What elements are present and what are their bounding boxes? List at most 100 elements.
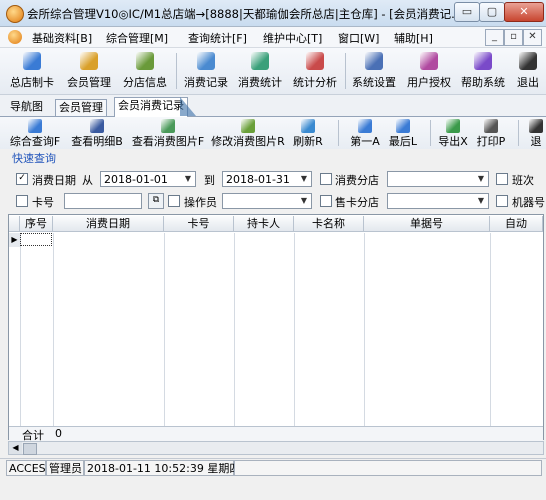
operator-select[interactable]: ▼ — [222, 193, 312, 209]
tab-consumption-records[interactable]: 会员消费记录 — [114, 97, 188, 118]
close-form-button[interactable]: 退 — [528, 118, 544, 148]
user-auth-button[interactable]: 用户授权 — [403, 50, 455, 92]
menu-help[interactable]: 辅助[H] — [394, 30, 433, 46]
analysis-icon — [306, 52, 324, 70]
query-icon — [28, 119, 42, 133]
last-record-button[interactable]: 最后L — [386, 118, 420, 148]
current-cell[interactable] — [20, 233, 52, 246]
view-detail-button[interactable]: 查看明细B — [68, 118, 126, 148]
chevron-down-icon[interactable]: ▼ — [297, 172, 311, 186]
branch-info-button[interactable]: 分店信息 — [118, 50, 172, 92]
menu-general-management[interactable]: 综合管理[M] — [106, 30, 168, 46]
menu-window[interactable]: 窗口[W] — [338, 30, 379, 46]
refresh-label: 刷新R — [293, 135, 323, 148]
toolbar-separator — [430, 120, 431, 146]
card-checkbox[interactable] — [16, 195, 28, 207]
chevron-down-icon[interactable]: ▼ — [474, 194, 488, 208]
grid-line — [234, 233, 235, 440]
system-settings-button[interactable]: 系统设置 — [348, 50, 400, 92]
column-header-auto[interactable]: 自动 — [490, 216, 543, 232]
menu-maintenance[interactable]: 维护中心[T] — [263, 30, 322, 46]
first-record-button[interactable]: 第一A — [346, 118, 384, 148]
close-form-label: 退 — [530, 135, 542, 148]
exit-button[interactable]: 退出 — [512, 50, 544, 92]
menu-basic-data[interactable]: 基础资料[B] — [32, 30, 92, 46]
to-label: 到 — [204, 174, 215, 187]
stats-icon — [251, 52, 269, 70]
export-button[interactable]: 导出X — [436, 118, 470, 148]
column-header-index[interactable]: 序号 — [20, 216, 53, 232]
issue-card-button[interactable]: 总店制卡 — [6, 50, 58, 92]
general-query-button[interactable]: 综合查询F — [8, 118, 62, 148]
print-button[interactable]: 打印P — [474, 118, 508, 148]
scroll-thumb[interactable] — [23, 443, 37, 455]
column-header-card-name[interactable]: 卡名称 — [294, 216, 364, 232]
quick-query-link[interactable]: 快速查询 — [12, 150, 56, 166]
edit-image-button[interactable]: 修改消费图片R — [210, 118, 286, 148]
to-date-picker[interactable]: 2018-01-31 ▼ — [222, 171, 312, 187]
mdi-minimize-button[interactable]: _ — [485, 29, 504, 46]
column-header-date[interactable]: 消费日期 — [53, 216, 164, 232]
mdi-restore-button[interactable]: ▫ — [504, 29, 523, 46]
toolbar-separator — [338, 120, 339, 146]
menu-query-statistics[interactable]: 查询统计[F] — [188, 30, 247, 46]
analysis-button[interactable]: 统计分析 — [288, 50, 342, 92]
shop-select[interactable]: ▼ — [387, 171, 489, 187]
from-label: 从 — [82, 174, 93, 187]
refresh-button[interactable]: 刷新R — [290, 118, 326, 148]
shop-checkbox[interactable] — [320, 173, 332, 185]
machine-label: 机器号 — [512, 196, 545, 209]
consumption-stats-button[interactable]: 消费统计 — [234, 50, 286, 92]
tab-navigation[interactable]: 导航图 — [7, 99, 46, 115]
shift-label: 班次 — [512, 174, 534, 187]
help-system-button[interactable]: 帮助系统 — [457, 50, 509, 92]
member-management-label: 会员管理 — [67, 76, 111, 89]
records-grid[interactable] — [8, 214, 544, 440]
system-settings-label: 系统设置 — [352, 76, 396, 89]
chevron-down-icon[interactable]: ▼ — [297, 194, 311, 208]
window-title: 会所综合管理V10◎IC/M1总店端→[8888|天都瑜伽会所总店|主仓库] -… — [27, 7, 457, 21]
general-query-label: 综合查询F — [9, 135, 61, 148]
from-date-picker[interactable]: 2018-01-01 ▼ — [100, 171, 196, 187]
toolbar-separator — [176, 53, 177, 89]
card-lookup-icon[interactable]: ⧉ — [148, 193, 164, 209]
shop-label: 消费分店 — [335, 174, 379, 187]
last-icon — [396, 119, 410, 133]
member-management-button[interactable]: 会员管理 — [62, 50, 116, 92]
grid-line — [164, 233, 165, 440]
minimize-button[interactable]: ▭ — [454, 2, 480, 22]
print-icon — [484, 119, 498, 133]
first-icon — [358, 119, 372, 133]
menu-app-icon[interactable] — [8, 30, 22, 44]
operator-checkbox[interactable] — [168, 195, 180, 207]
maximize-button[interactable]: ▢ — [479, 2, 505, 22]
card-input[interactable] — [64, 193, 142, 209]
column-header-card-no[interactable]: 卡号 — [164, 216, 234, 232]
view-image-icon — [161, 119, 175, 133]
consumption-records-label: 消费记录 — [184, 76, 228, 89]
shift-checkbox[interactable] — [496, 173, 508, 185]
machine-checkbox[interactable] — [496, 195, 508, 207]
chevron-down-icon[interactable]: ▼ — [181, 172, 195, 186]
sell-shop-checkbox[interactable] — [320, 195, 332, 207]
close-button[interactable]: ✕ — [504, 2, 544, 22]
card-icon — [23, 52, 41, 70]
date-checkbox[interactable]: ✓ — [16, 173, 28, 185]
scroll-left-icon[interactable]: ◀ — [9, 442, 22, 454]
help-system-label: 帮助系统 — [461, 76, 505, 89]
tab-member-management[interactable]: 会员管理 — [55, 99, 107, 116]
toolbar-separator — [345, 53, 346, 89]
view-image-label: 查看消费图片F — [131, 135, 205, 148]
issue-card-label: 总店制卡 — [10, 76, 54, 89]
column-header-bill-no[interactable]: 单据号 — [364, 216, 490, 232]
view-image-button[interactable]: 查看消费图片F — [130, 118, 206, 148]
current-row-indicator-icon: ▶ — [9, 233, 20, 247]
sell-shop-select[interactable]: ▼ — [387, 193, 489, 209]
print-label: 打印P — [476, 135, 506, 148]
settings-icon — [365, 52, 383, 70]
mdi-close-button[interactable]: ✕ — [523, 29, 542, 46]
column-header-holder[interactable]: 持卡人 — [234, 216, 294, 232]
chevron-down-icon[interactable]: ▼ — [474, 172, 488, 186]
horizontal-scrollbar[interactable] — [8, 441, 544, 455]
consumption-records-button[interactable]: 消费记录 — [180, 50, 232, 92]
